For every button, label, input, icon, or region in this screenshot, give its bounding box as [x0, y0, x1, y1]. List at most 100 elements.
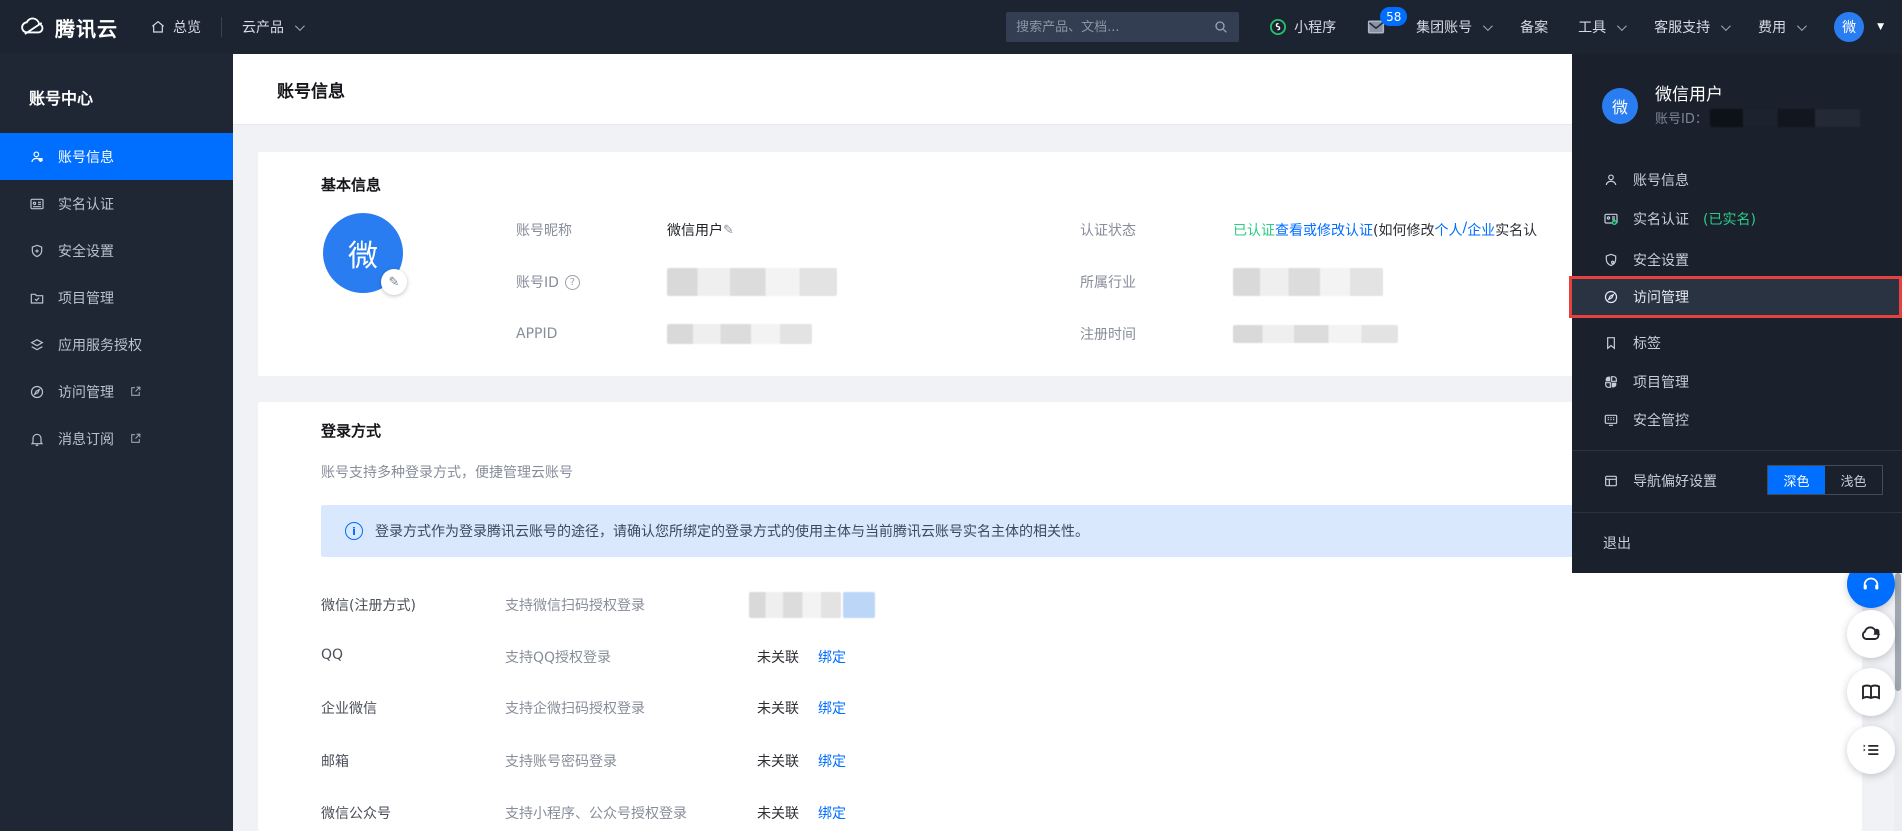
account-id-redacted: [667, 268, 837, 296]
cert-status-label: 认证状态: [1080, 220, 1136, 240]
panel-divider: [1572, 512, 1902, 513]
chevron-down-icon: [1617, 21, 1627, 31]
bind-official-account-link[interactable]: 绑定: [818, 803, 846, 823]
nav-group-account[interactable]: 集团账号: [1416, 17, 1490, 37]
enterprise-cert-link[interactable]: 企业: [1467, 220, 1495, 240]
cert-note-suffix: 实名认: [1495, 220, 1537, 240]
official-account-status: 未关联: [757, 803, 799, 823]
regtime-label: 注册时间: [1080, 324, 1136, 344]
nav-billing[interactable]: 费用: [1758, 17, 1804, 37]
info-icon: i: [345, 522, 363, 540]
scrollbar-thumb[interactable]: [1895, 573, 1901, 691]
nav-icp[interactable]: 备案: [1520, 17, 1548, 37]
top-navbar: 腾讯云 总览 云产品: [0, 0, 1902, 54]
industry-redacted: [1233, 268, 1383, 296]
panel-item-access-management-highlighted[interactable]: 访问管理: [1569, 276, 1902, 318]
nickname-label: 账号昵称: [516, 220, 572, 240]
nav-search-box[interactable]: [1006, 12, 1239, 42]
sidebar-item-security-settings[interactable]: 安全设置: [0, 227, 233, 274]
qq-status: 未关联: [757, 647, 799, 667]
sidebar-item-project-management[interactable]: 项目管理: [0, 274, 233, 321]
user-icon: [1603, 172, 1619, 188]
panel-item-project-management[interactable]: 项目管理: [1572, 364, 1902, 400]
survey-button[interactable]: [1847, 726, 1895, 774]
wecom-status: 未关联: [757, 698, 799, 718]
nav-user-avatar[interactable]: 微 ▼: [1834, 12, 1884, 42]
bind-email-link[interactable]: 绑定: [818, 751, 846, 771]
panel-item-account-info[interactable]: 账号信息: [1572, 162, 1902, 198]
sidebar-item-app-service-auth[interactable]: 应用服务授权: [0, 321, 233, 368]
account-avatar: 微 ✎: [323, 213, 403, 293]
account-id-label: 账号ID: [516, 272, 559, 292]
panel-item-security-control[interactable]: 安全管控: [1572, 402, 1902, 438]
login-methods-subtitle: 账号支持多种登录方式，便捷管理云账号: [321, 462, 573, 482]
sidebar-title: 账号中心: [0, 54, 233, 133]
cam-compass-icon: [1603, 289, 1619, 305]
edit-nickname-icon[interactable]: ✎: [723, 223, 734, 238]
personal-cert-link[interactable]: 个人: [1434, 220, 1462, 240]
appid-redacted: [667, 324, 812, 344]
user-card-icon: [29, 149, 45, 165]
panel-divider: [1572, 450, 1902, 451]
login-methods-title: 登录方式: [321, 420, 381, 441]
chevron-down-icon: [1721, 21, 1731, 31]
brand-logo[interactable]: 腾讯云: [20, 13, 118, 42]
id-card-icon: [29, 196, 45, 212]
page-title: 账号信息: [277, 77, 345, 102]
nav-divider: [221, 17, 222, 37]
nav-overview[interactable]: 总览: [150, 17, 201, 37]
sidebar-item-identity-verify[interactable]: 实名认证: [0, 180, 233, 227]
panel-item-tags[interactable]: 标签: [1572, 325, 1902, 361]
bind-wecom-link[interactable]: 绑定: [818, 698, 846, 718]
home-icon: [150, 19, 166, 35]
panel-user-name: 微信用户: [1655, 80, 1723, 105]
edit-avatar-button[interactable]: ✎: [381, 269, 407, 295]
panel-account-id: 账号ID：: [1655, 108, 1860, 127]
cloud-alert-button[interactable]: [1847, 610, 1895, 658]
shield-icon: [1603, 252, 1619, 268]
sidebar-item-message-subscription[interactable]: 消息订阅: [0, 415, 233, 462]
verified-badge: (已实名): [1703, 209, 1756, 229]
chevron-down-icon: [295, 21, 305, 31]
monitor-icon: [1603, 412, 1619, 428]
cloud-bell-icon: [1859, 622, 1883, 646]
theme-dark-button[interactable]: 深色: [1768, 466, 1825, 494]
chevron-down-icon: [1797, 21, 1807, 31]
industry-label: 所属行业: [1080, 272, 1136, 292]
logout-button[interactable]: 退出: [1603, 525, 1631, 561]
basic-info-title: 基本信息: [321, 174, 381, 195]
nav-mini-program[interactable]: 小程序: [1269, 17, 1336, 37]
bookmark-icon: [1603, 335, 1619, 351]
nav-messages[interactable]: 58: [1366, 18, 1386, 36]
bind-qq-link[interactable]: 绑定: [818, 647, 846, 667]
nav-support[interactable]: 客服支持: [1654, 17, 1728, 37]
external-link-icon: [129, 385, 142, 398]
sidebar-item-account-info[interactable]: 账号信息: [0, 133, 233, 180]
wechat-binding-redacted: [749, 592, 841, 618]
mail-count-badge: 58: [1380, 7, 1407, 26]
sidebar-item-access-management[interactable]: 访问管理: [0, 368, 233, 415]
login-row-qq: QQ 支持QQ授权登录 未关联 绑定: [258, 647, 1862, 671]
nav-cloud-products[interactable]: 云产品: [242, 17, 302, 37]
layers-icon: [29, 337, 45, 353]
docs-button[interactable]: [1847, 668, 1895, 716]
panel-item-identity-verify[interactable]: 实名认证 (已实名): [1572, 201, 1902, 237]
search-input[interactable]: [1016, 20, 1213, 35]
layout-icon: [1603, 473, 1619, 489]
brand-name: 腾讯云: [55, 13, 118, 42]
avatar: 微: [1834, 12, 1864, 42]
chevron-down-icon: [1483, 21, 1493, 31]
open-book-icon: [1859, 680, 1883, 704]
login-row-wechat: 微信(注册方式) 支持微信扫码授权登录: [258, 595, 1862, 619]
theme-light-button[interactable]: 浅色: [1825, 466, 1882, 494]
cert-status-value: 已认证: [1233, 220, 1275, 240]
nav-tools[interactable]: 工具: [1578, 17, 1624, 37]
headset-icon: [1860, 573, 1882, 595]
panel-item-security-settings[interactable]: 安全设置: [1572, 242, 1902, 278]
search-icon[interactable]: [1213, 19, 1229, 35]
list-icon: [1860, 739, 1882, 761]
view-modify-cert-link[interactable]: 查看或修改认证: [1275, 220, 1373, 240]
help-icon[interactable]: ?: [565, 275, 580, 290]
wechat-action-redacted: [843, 592, 875, 618]
appid-label: APPID: [516, 326, 557, 342]
